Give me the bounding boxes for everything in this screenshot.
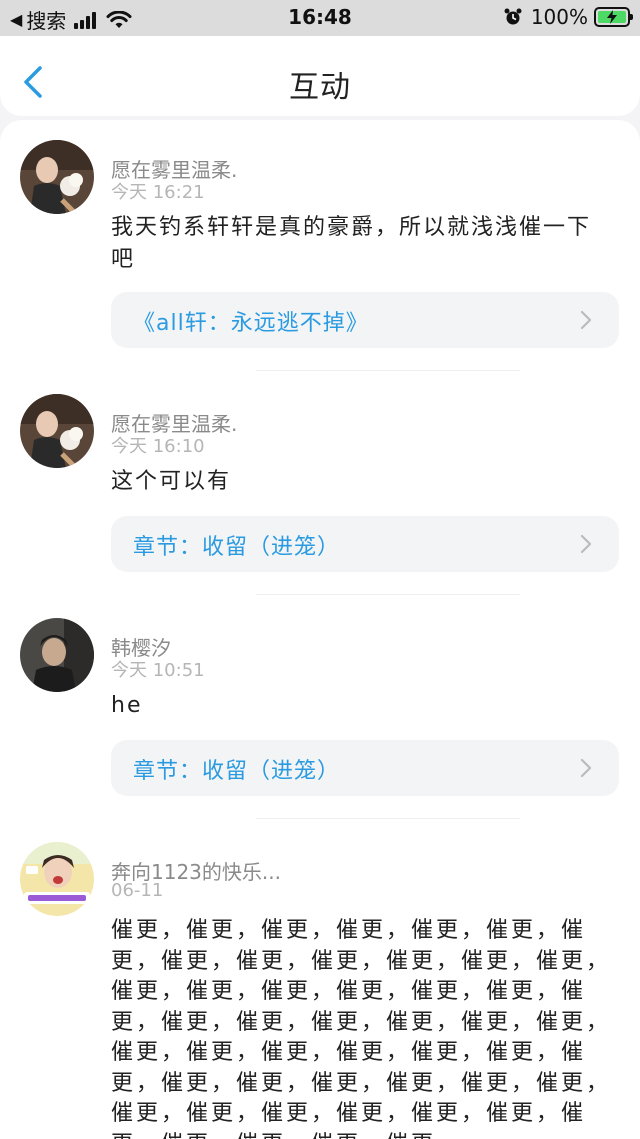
status-bar: ◀ 搜索 16:48 100%	[0, 0, 640, 36]
divider	[256, 594, 520, 595]
comment-time: 06-11	[111, 880, 164, 901]
comment-time: 今天 10:51	[111, 660, 205, 681]
status-right: 100%	[503, 5, 633, 29]
avatar[interactable]	[20, 618, 94, 692]
battery-percent: 100%	[530, 5, 588, 29]
comment-text: 这个可以有	[111, 469, 232, 494]
alarm-clock-icon	[504, 8, 522, 25]
avatar[interactable]	[20, 140, 94, 214]
page-title: 互动	[289, 70, 351, 105]
comment-list[interactable]: 愿在雾里温柔. 今天 16:21 我天钓系轩轩是真的豪爵，所以就浅浅催一下吧 《…	[0, 120, 640, 1139]
chapter-link-label: 章节：收留（进笼）	[133, 759, 341, 784]
chapter-link[interactable]: 章节：收留（进笼）	[111, 740, 619, 796]
comment-text: 催更，催更，催更，催更，催更，催更，催更，催更，催更，催更，催更，催更，催更，催…	[111, 918, 612, 1139]
chapter-link-label: 章节：收留（进笼）	[133, 535, 341, 560]
comment-time: 今天 16:21	[111, 182, 205, 203]
chevron-right-icon	[580, 534, 592, 554]
divider	[256, 370, 520, 371]
comment-text: he	[111, 693, 143, 718]
avatar[interactable]	[20, 394, 94, 468]
comment-time: 今天 16:10	[111, 436, 205, 457]
chevron-right-icon	[580, 310, 592, 330]
chapter-link[interactable]: 章节：收留（进笼）	[111, 516, 619, 572]
comment-text: 我天钓系轩轩是真的豪爵，所以就浅浅催一下吧	[111, 215, 592, 272]
chapter-link[interactable]: 《all轩：永远逃不掉》	[111, 292, 619, 348]
battery-icon	[594, 7, 633, 27]
avatar[interactable]	[20, 842, 94, 916]
chevron-right-icon	[580, 758, 592, 778]
chapter-link-label: 《all轩：永远逃不掉》	[133, 311, 369, 336]
nav-bar: 互动	[0, 36, 640, 116]
divider	[256, 818, 520, 819]
